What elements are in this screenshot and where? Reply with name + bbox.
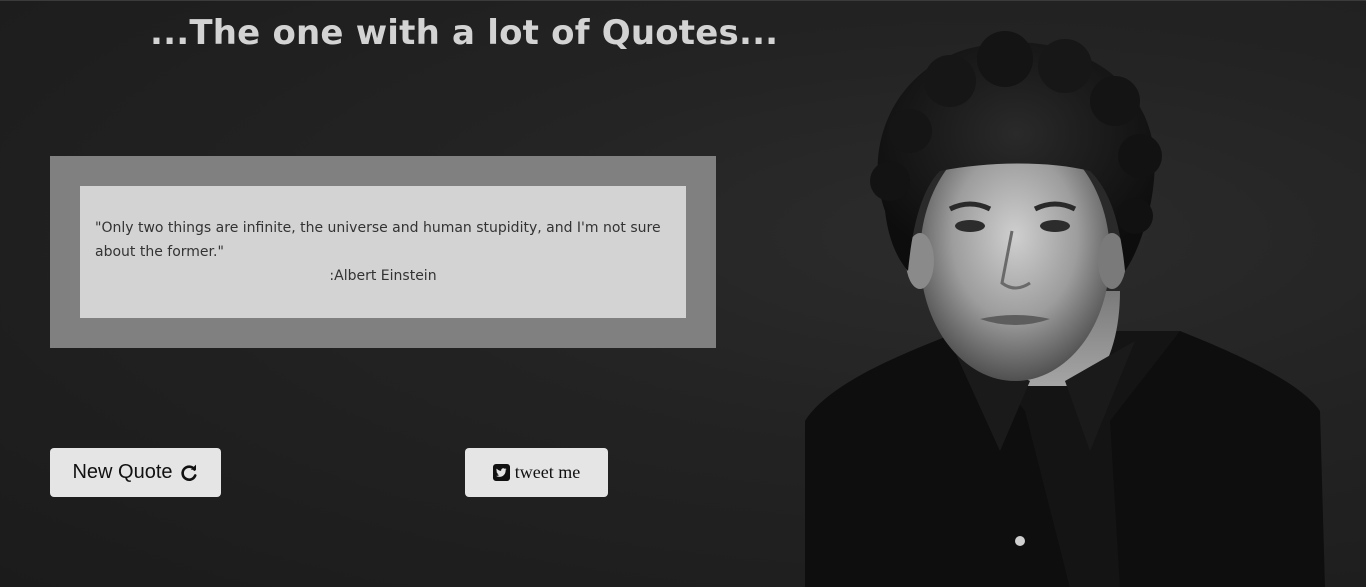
twitter-square-icon [492,464,510,481]
quote-card: "Only two things are infinite, the unive… [80,186,686,318]
quote-text: "Only two things are infinite, the unive… [95,220,661,260]
page-title: ...The one with a lot of Quotes... [150,13,779,53]
refresh-icon [179,463,199,483]
new-quote-button[interactable]: New Quote [50,448,221,497]
quote-author: :Albert Einstein [329,268,437,284]
tweet-label: tweet me [514,462,581,482]
new-quote-label: New Quote [72,461,173,483]
portrait-image [790,21,1350,587]
tweet-button[interactable]: tweet me [465,448,608,497]
quote-frame: "Only two things are infinite, the unive… [50,156,716,348]
